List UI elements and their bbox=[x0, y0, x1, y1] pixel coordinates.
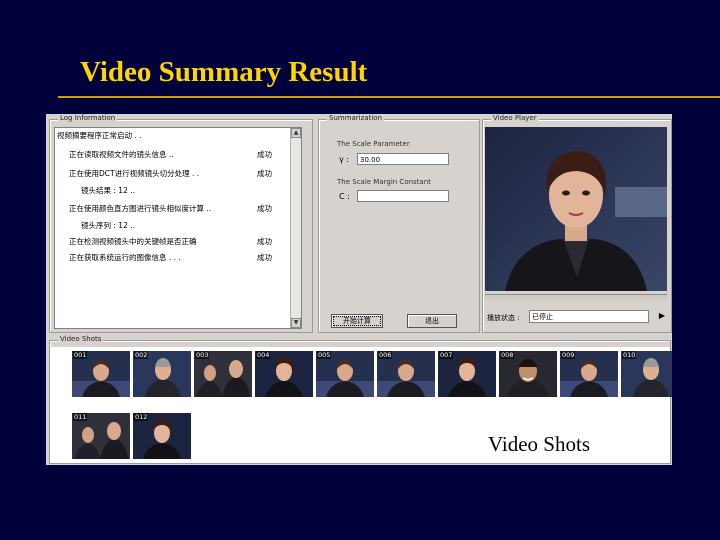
app-window: Log Information 视频摘要程序正常启动 . . 正在读取视频文件的… bbox=[46, 114, 672, 465]
player-status-value: 已停止 bbox=[529, 310, 649, 323]
scale-parameter-input[interactable]: 30.00 bbox=[357, 153, 449, 165]
scale-parameter-label: The Scale Parameter bbox=[337, 140, 410, 148]
quit-button[interactable]: 退出 bbox=[407, 314, 457, 328]
log-message: 视频摘要程序正常启动 . . bbox=[57, 131, 142, 140]
shot-number: 005 bbox=[317, 351, 332, 359]
log-status: 成功 bbox=[257, 253, 272, 262]
log-row: 镜头序列 : 12 .. bbox=[55, 220, 295, 231]
log-scrollbar[interactable]: ▲ ▼ bbox=[290, 128, 301, 328]
log-message: 正在使用颜色直方图进行镜头相似度计算 .. bbox=[69, 204, 212, 213]
title-underline bbox=[58, 96, 720, 98]
shot-number: 003 bbox=[195, 351, 210, 359]
shot-number: 001 bbox=[73, 351, 88, 359]
log-information-panel: Log Information 视频摘要程序正常启动 . . 正在读取视频文件的… bbox=[49, 114, 313, 333]
log-status: 成功 bbox=[257, 237, 272, 246]
player-status-label: 播放状态 : bbox=[487, 314, 520, 322]
shot-thumbnail[interactable]: 002 bbox=[133, 351, 191, 397]
c-label: C : bbox=[339, 192, 350, 201]
shot-number: 002 bbox=[134, 351, 149, 359]
slide-title: Video Summary Result bbox=[80, 56, 368, 88]
play-icon[interactable]: ▶ bbox=[659, 311, 665, 320]
shot-thumbnail[interactable]: 009 bbox=[560, 351, 618, 397]
log-message: 镜头序列 : 12 .. bbox=[81, 221, 135, 230]
log-row: 正在使用颜色直方图进行镜头相似度计算 .. 成功 bbox=[55, 203, 295, 214]
shot-number: 011 bbox=[73, 413, 88, 421]
shot-thumbnail[interactable]: 007 bbox=[438, 351, 496, 397]
shot-thumbnail[interactable]: 003 bbox=[194, 351, 252, 397]
log-status: 成功 bbox=[257, 150, 272, 159]
log-row: 正在读取视频文件的镜头信息 .. 成功 bbox=[55, 149, 295, 160]
start-compute-button[interactable]: 开始计算 bbox=[331, 314, 383, 328]
video-player-title: Video Player bbox=[491, 114, 539, 123]
log-row: 正在检测视频镜头中的关键帧是否正确 成功 bbox=[55, 236, 295, 247]
shot-number: 004 bbox=[256, 351, 271, 359]
shot-thumbnail[interactable]: 004 bbox=[255, 351, 313, 397]
player-controls: 播放状态 : 已停止 ▶ bbox=[485, 310, 667, 324]
shot-thumbnail[interactable]: 011 bbox=[72, 413, 130, 459]
margin-constant-input[interactable] bbox=[357, 190, 449, 202]
video-shots-caption: Video Shots bbox=[488, 432, 590, 456]
log-status: 成功 bbox=[257, 204, 272, 213]
video-player-panel: Video Player 播放状态: 已停止 ▶ bbox=[482, 114, 672, 333]
shot-thumbnail[interactable]: 006 bbox=[377, 351, 435, 397]
shot-thumbnail[interactable]: 005 bbox=[316, 351, 374, 397]
log-row: 正在使用DCT进行视频镜头切分处理 . . 成功 bbox=[55, 168, 295, 179]
shot-number: 012 bbox=[134, 413, 149, 421]
log-message: 正在读取视频文件的镜头信息 .. bbox=[69, 150, 174, 159]
shot-thumbnail[interactable]: 010 bbox=[621, 351, 672, 397]
log-status: 成功 bbox=[257, 169, 272, 178]
video-shots-title: Video Shots bbox=[58, 335, 104, 344]
shot-thumbnail[interactable]: 008 bbox=[499, 351, 557, 397]
log-list[interactable]: 视频摘要程序正常启动 . . 正在读取视频文件的镜头信息 .. 成功 正在使用D… bbox=[54, 127, 302, 329]
shot-number: 010 bbox=[622, 351, 637, 359]
scroll-up-icon[interactable]: ▲ bbox=[291, 128, 301, 138]
seek-bar[interactable] bbox=[485, 294, 667, 301]
shot-number: 007 bbox=[439, 351, 454, 359]
log-row: 正在获取系统运行的图像信息 . . . 成功 bbox=[55, 252, 295, 263]
anchor-frame-image bbox=[485, 127, 667, 291]
shot-thumbnail[interactable]: 012 bbox=[133, 413, 191, 459]
shot-number: 008 bbox=[500, 351, 515, 359]
log-panel-title: Log Information bbox=[58, 114, 118, 123]
shot-thumbnail[interactable]: 001 bbox=[72, 351, 130, 397]
log-message: 正在检测视频镜头中的关键帧是否正确 bbox=[69, 237, 197, 246]
margin-constant-label: The Scale Margin Constant bbox=[337, 178, 431, 186]
summarization-panel: Summarization The Scale Parameter γ : 30… bbox=[318, 114, 480, 333]
shot-number: 009 bbox=[561, 351, 576, 359]
log-message: 镜头结果 : 12 .. bbox=[81, 186, 135, 195]
scroll-down-icon[interactable]: ▼ bbox=[291, 318, 301, 328]
video-frame[interactable] bbox=[485, 127, 667, 291]
log-row: 视频摘要程序正常启动 . . bbox=[55, 130, 295, 141]
log-message: 正在获取系统运行的图像信息 . . . bbox=[69, 253, 181, 262]
log-row: 镜头结果 : 12 .. bbox=[55, 185, 295, 196]
log-message: 正在使用DCT进行视频镜头切分处理 . . bbox=[69, 169, 200, 178]
gamma-label: γ : bbox=[339, 155, 349, 164]
shot-number: 006 bbox=[378, 351, 393, 359]
summarization-panel-title: Summarization bbox=[327, 114, 385, 123]
